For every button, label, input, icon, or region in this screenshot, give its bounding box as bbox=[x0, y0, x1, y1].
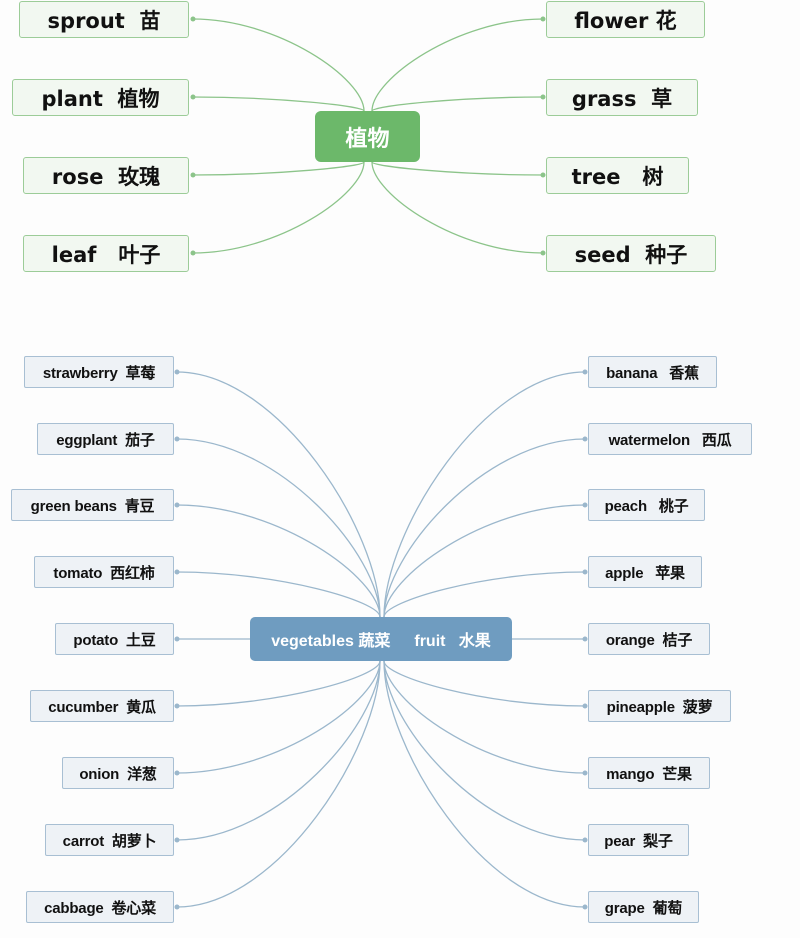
leaf-node-orange[interactable]: orange 桔子 bbox=[588, 623, 710, 655]
leaf-node-onion[interactable]: onion 洋葱 bbox=[62, 757, 174, 789]
connector-plants-right-3 bbox=[371, 161, 544, 254]
center-node-produce[interactable]: vegetables 蔬菜 fruit 水果 bbox=[250, 617, 512, 661]
connector-plants-left-1 bbox=[192, 96, 365, 112]
leaf-node-potato[interactable]: potato 土豆 bbox=[55, 623, 174, 655]
leaf-node-carrot[interactable]: carrot 胡萝卜 bbox=[45, 824, 174, 856]
connector-veg-6 bbox=[176, 660, 381, 774]
connector-dot-plants-right-1 bbox=[540, 94, 546, 100]
connector-veg-2 bbox=[176, 504, 381, 618]
connector-dot-fruit-6 bbox=[582, 770, 588, 776]
center-node-plants[interactable]: 植物 bbox=[315, 111, 420, 162]
connector-plants-left-3 bbox=[192, 161, 365, 254]
connector-dot-fruit-3 bbox=[582, 569, 588, 575]
connector-fruit-1 bbox=[383, 438, 586, 618]
connector-dot-veg-7 bbox=[174, 837, 180, 843]
leaf-node-seed[interactable]: seed 种子 bbox=[546, 235, 716, 272]
connector-plants-right-1 bbox=[371, 96, 544, 112]
leaf-node-eggplant[interactable]: eggplant 茄子 bbox=[37, 423, 174, 455]
connector-plants-left-2 bbox=[192, 161, 365, 176]
connector-dot-veg-4 bbox=[174, 636, 180, 642]
connector-dot-veg-8 bbox=[174, 904, 180, 910]
connector-fruit-5 bbox=[383, 660, 586, 707]
leaf-node-cucumber[interactable]: cucumber 黄瓜 bbox=[30, 690, 174, 722]
leaf-node-watermelon[interactable]: watermelon 西瓜 bbox=[588, 423, 752, 455]
connector-veg-3 bbox=[176, 571, 381, 618]
connector-fruit-3 bbox=[383, 571, 586, 618]
leaf-node-grass[interactable]: grass 草 bbox=[546, 79, 698, 116]
leaf-node-leaf[interactable]: leaf 叶子 bbox=[23, 235, 189, 272]
leaf-node-banana[interactable]: banana 香蕉 bbox=[588, 356, 717, 388]
leaf-node-cabbage[interactable]: cabbage 卷心菜 bbox=[26, 891, 174, 923]
center-label-fruit: fruit 水果 bbox=[414, 633, 491, 650]
connector-dot-fruit-2 bbox=[582, 502, 588, 508]
leaf-node-sprout[interactable]: sprout 苗 bbox=[19, 1, 189, 38]
leaf-node-apple[interactable]: apple 苹果 bbox=[588, 556, 702, 588]
connector-dot-veg-1 bbox=[174, 436, 180, 442]
leaf-node-pineapple[interactable]: pineapple 菠萝 bbox=[588, 690, 731, 722]
leaf-node-rose[interactable]: rose 玫瑰 bbox=[23, 157, 189, 194]
connector-dot-fruit-8 bbox=[582, 904, 588, 910]
leaf-node-green-beans[interactable]: green beans 青豆 bbox=[11, 489, 174, 521]
connector-dot-veg-0 bbox=[174, 369, 180, 375]
leaf-node-tomato[interactable]: tomato 西红柿 bbox=[34, 556, 174, 588]
connector-plants-right-2 bbox=[371, 161, 544, 176]
leaf-node-mango[interactable]: mango 芒果 bbox=[588, 757, 710, 789]
connector-dot-plants-right-2 bbox=[540, 172, 546, 178]
connector-veg-5 bbox=[176, 660, 381, 707]
leaf-node-strawberry[interactable]: strawberry 草莓 bbox=[24, 356, 174, 388]
connector-dot-fruit-5 bbox=[582, 703, 588, 709]
leaf-node-pear[interactable]: pear 梨子 bbox=[588, 824, 689, 856]
connector-dot-fruit-4 bbox=[582, 636, 588, 642]
connector-dot-veg-3 bbox=[174, 569, 180, 575]
connector-fruit-6 bbox=[383, 660, 586, 774]
connector-dot-fruit-7 bbox=[582, 837, 588, 843]
connector-fruit-2 bbox=[383, 504, 586, 618]
connector-dot-plants-left-3 bbox=[190, 250, 196, 256]
connector-dot-veg-2 bbox=[174, 502, 180, 508]
connector-dot-plants-left-1 bbox=[190, 94, 196, 100]
connector-veg-1 bbox=[176, 438, 381, 618]
leaf-node-grape[interactable]: grape 葡萄 bbox=[588, 891, 699, 923]
connector-dot-veg-5 bbox=[174, 703, 180, 709]
center-label-vegetables: vegetables 蔬菜 bbox=[271, 633, 391, 650]
connector-dot-veg-6 bbox=[174, 770, 180, 776]
connector-dot-plants-right-0 bbox=[540, 16, 546, 22]
leaf-node-plant[interactable]: plant 植物 bbox=[12, 79, 189, 116]
connector-dot-plants-left-2 bbox=[190, 172, 196, 178]
connector-dot-plants-left-0 bbox=[190, 16, 196, 22]
leaf-node-peach[interactable]: peach 桃子 bbox=[588, 489, 705, 521]
leaf-node-tree[interactable]: tree 树 bbox=[546, 157, 689, 194]
leaf-node-flower[interactable]: flower 花 bbox=[546, 1, 705, 38]
connector-dot-fruit-1 bbox=[582, 436, 588, 442]
connector-dot-plants-right-3 bbox=[540, 250, 546, 256]
connector-dot-fruit-0 bbox=[582, 369, 588, 375]
